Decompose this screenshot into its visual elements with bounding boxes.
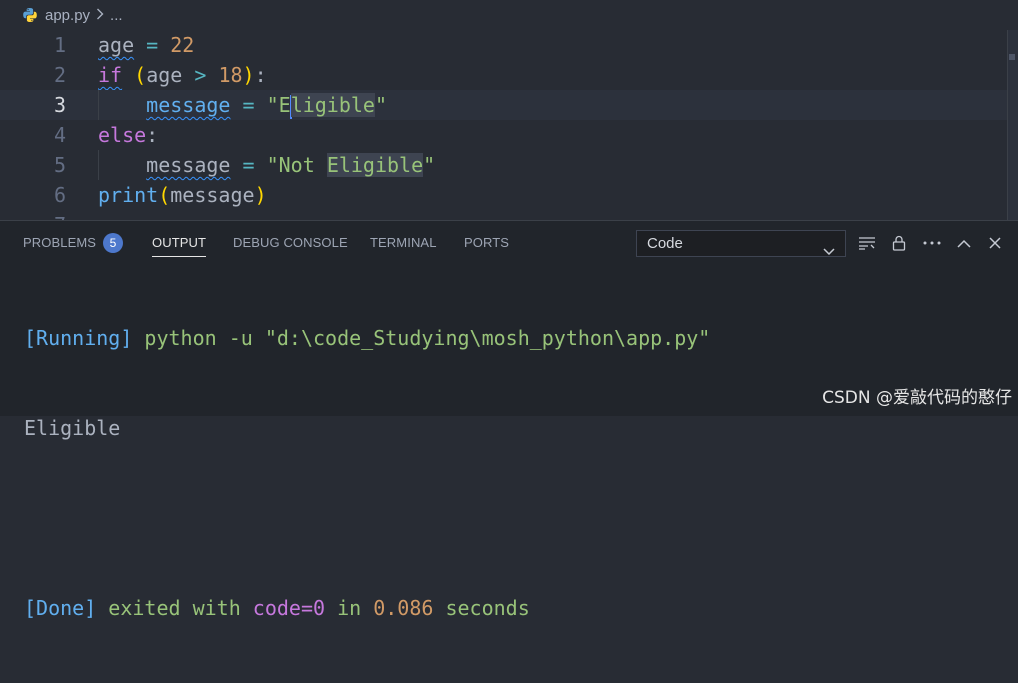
code-token: = — [134, 33, 171, 57]
code-line[interactable]: 4 else: — [0, 120, 1008, 150]
output-log[interactable]: [Running] python -u "d:\code_Studying\mo… — [24, 263, 710, 683]
line-number: 6 — [53, 183, 66, 207]
code-token: age — [146, 63, 183, 87]
line-number: 7 — [0, 210, 66, 220]
more-actions-icon[interactable] — [922, 233, 942, 253]
panel-tabs: PROBLEMS 5 OUTPUT DEBUG CONSOLE TERMINAL… — [0, 221, 1018, 265]
code-line[interactable]: 5 message = "Not Eligible" — [0, 150, 1008, 180]
close-icon[interactable] — [985, 233, 1005, 253]
code-token: message — [146, 153, 231, 177]
output-channel-select[interactable]: Code — [636, 230, 846, 257]
chevron-down-icon — [823, 239, 835, 256]
code-token: : — [146, 123, 159, 147]
code-line[interactable]: 3 message = "Eligible" — [0, 90, 1008, 120]
code-text: else: — [98, 120, 158, 150]
code-token: : — [254, 63, 267, 87]
code-token: "E — [266, 93, 291, 117]
code-token: 18 — [218, 63, 243, 87]
breadcrumb-symbol[interactable]: ... — [110, 7, 123, 24]
overview-ruler-mark — [1009, 54, 1015, 60]
output-line: [Done] exited with code=0 in 0.086 secon… — [24, 593, 710, 623]
code-token: age — [98, 33, 135, 57]
breadcrumb: app.py ... — [0, 0, 1018, 30]
code-text: age = 22 — [98, 30, 194, 60]
line-number: 5 — [53, 153, 66, 177]
line-number: 2 — [53, 63, 66, 87]
code-token: = — [230, 153, 267, 177]
code-line[interactable]: 2 if (age > 18): — [0, 60, 1008, 90]
code-token: " — [423, 153, 436, 177]
code-text: if (age > 18): — [98, 60, 267, 90]
done-tag: [Done] — [24, 596, 97, 620]
code-token: ( — [158, 183, 171, 207]
code-token: ligible — [290, 93, 375, 117]
python-file-icon — [22, 7, 38, 23]
code-text: message = "Not Eligible" — [98, 150, 435, 180]
lock-icon[interactable] — [889, 233, 909, 253]
code-token: ) — [254, 183, 267, 207]
done-text: seconds — [433, 596, 530, 620]
word-wrap-list-icon[interactable] — [857, 233, 877, 253]
output-line: Eligible — [24, 413, 710, 443]
tab-problems[interactable]: PROBLEMS — [23, 221, 96, 265]
breadcrumb-file[interactable]: app.py — [45, 7, 90, 24]
tab-debug-console[interactable]: DEBUG CONSOLE — [233, 221, 348, 265]
code-text: print(message) — [98, 180, 267, 210]
line-number: 1 — [53, 33, 66, 57]
running-tag: [Running] — [24, 326, 133, 350]
code-token: 22 — [170, 33, 195, 57]
problems-count-badge: 5 — [103, 233, 123, 253]
code-token: print — [98, 183, 159, 207]
output-channel-value: Code — [647, 235, 683, 252]
code-line[interactable]: 7 — [0, 210, 1008, 220]
code-token: message — [170, 183, 255, 207]
code-line[interactable]: 1 age = 22 — [0, 30, 1008, 60]
code-line[interactable]: 6 print(message) — [0, 180, 1008, 210]
line-number: 4 — [53, 123, 66, 147]
code-token: > — [182, 63, 219, 87]
chevron-up-icon[interactable] — [954, 233, 974, 253]
tab-ports[interactable]: PORTS — [464, 221, 509, 265]
line-number: 3 — [53, 93, 66, 117]
elapsed-time: 0.086 — [373, 596, 434, 620]
code-token: else — [98, 123, 147, 147]
output-line: [Running] python -u "d:\code_Studying\mo… — [24, 323, 710, 353]
tab-output[interactable]: OUTPUT — [152, 221, 207, 265]
run-command: python -u "d:\code_Studying\mosh_python\… — [132, 326, 711, 350]
watermark: CSDN @爱敲代码的憨仔 — [822, 388, 1012, 408]
done-text: in — [325, 596, 374, 620]
code-token: Eligible — [326, 153, 424, 177]
chevron-right-icon — [96, 8, 104, 23]
done-text: exited with — [96, 596, 253, 620]
program-output: Eligible — [24, 416, 121, 440]
code-token: = — [230, 93, 267, 117]
code-text: message = "Eligible" — [98, 90, 387, 120]
code-token: message — [146, 93, 231, 117]
code-token: "Not — [266, 153, 327, 177]
tab-terminal[interactable]: TERMINAL — [370, 221, 437, 265]
code-token: " — [374, 93, 388, 117]
code-token: if — [98, 63, 123, 87]
code-token: ( — [134, 63, 147, 87]
code-editor[interactable]: 1 age = 22 2 if (age > 18): 3 message = "Eli… — [0, 30, 1018, 220]
code-token: ) — [242, 63, 255, 87]
exit-code: code=0 — [252, 596, 326, 620]
